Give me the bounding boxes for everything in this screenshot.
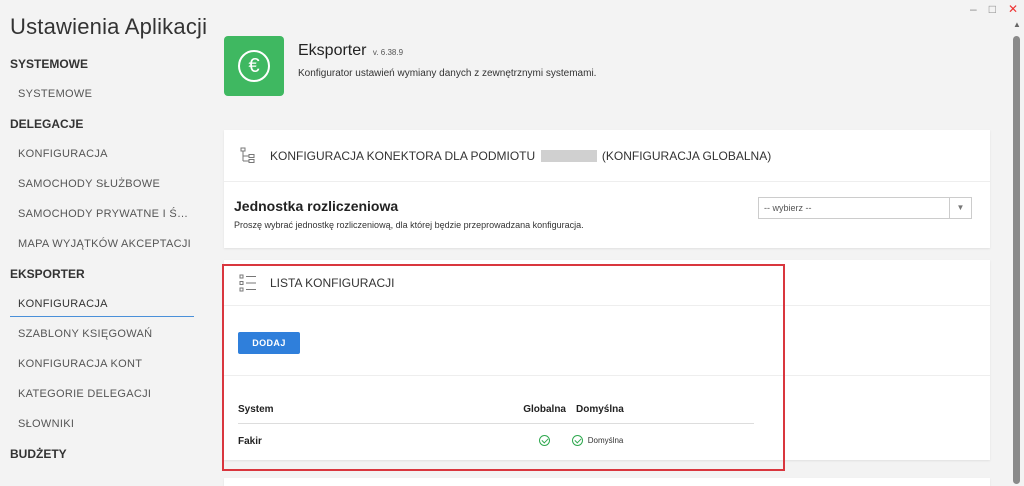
minimize-button[interactable]: – bbox=[970, 2, 977, 16]
sidebar-item-samochody-prywatne[interactable]: SAMOCHODY PRYWATNE I ŚROD... bbox=[10, 206, 196, 236]
next-card bbox=[224, 478, 990, 486]
connector-title-suffix: (KONFIGURACJA GLOBALNA) bbox=[601, 148, 772, 163]
row-system-name[interactable]: Fakir bbox=[238, 436, 512, 447]
sidebar-item-delegacje-konfiguracja[interactable]: KONFIGURACJA bbox=[10, 146, 196, 176]
close-button[interactable]: ✕ bbox=[1008, 2, 1018, 16]
sidebar-item-samochody-sluzbowe[interactable]: SAMOCHODY SŁUŻBOWE bbox=[10, 176, 196, 206]
default-label: Domyślna bbox=[587, 436, 624, 446]
maximize-button[interactable]: □ bbox=[989, 2, 996, 16]
column-header-default: Domyślna bbox=[576, 404, 624, 415]
euro-icon: € bbox=[238, 50, 270, 82]
euro-app-icon: € bbox=[224, 36, 284, 96]
config-list-title: LISTA KONFIGURACJI bbox=[270, 275, 395, 290]
config-list-card: LISTA KONFIGURACJI DODAJ System Globalna… bbox=[224, 260, 990, 460]
section-header-eksporter[interactable]: EKSPORTER bbox=[10, 266, 200, 296]
app-description: Konfigurator ustawień wymiany danych z z… bbox=[298, 68, 597, 79]
checklist-icon bbox=[239, 274, 256, 291]
section-header-budzety[interactable]: BUDŻETY bbox=[10, 446, 200, 476]
table-header: System Globalna Domyślna bbox=[238, 404, 754, 424]
sidebar-item-slowniki[interactable]: SŁOWNIKI bbox=[10, 416, 196, 446]
redacted-entity-name bbox=[540, 150, 597, 163]
section-header-systemowe[interactable]: SYSTEMOWE bbox=[10, 56, 200, 86]
global-check-icon bbox=[539, 435, 550, 447]
vertical-scrollbar[interactable]: ▲ bbox=[1010, 18, 1024, 486]
chevron-down-icon[interactable]: ▼ bbox=[949, 198, 971, 218]
app-name: Eksporter bbox=[298, 42, 367, 59]
sidebar-item-konfiguracja-kont[interactable]: KONFIGURACJA KONT bbox=[10, 356, 196, 386]
connector-card-title: KONFIGURACJA KONEKTORA DLA PODMIOTU (KON… bbox=[270, 149, 771, 163]
sidebar-item-eksporter-konfiguracja[interactable]: KONFIGURACJA bbox=[10, 296, 194, 317]
connector-title-prefix: KONFIGURACJA KONEKTORA DLA PODMIOTU bbox=[270, 148, 536, 163]
table-row[interactable]: Fakir Domyślna bbox=[238, 424, 754, 458]
add-config-button[interactable]: DODAJ bbox=[238, 332, 300, 354]
sidebar-item-kategorie-delegacji[interactable]: KATEGORIE DELEGACJI bbox=[10, 386, 196, 416]
settlement-unit-select[interactable]: -- wybierz -- ▼ bbox=[758, 197, 972, 219]
sidebar: Ustawienia Aplikacji SYSTEMOWE SYSTEMOWE… bbox=[0, 0, 208, 486]
connector-config-card: KONFIGURACJA KONEKTORA DLA PODMIOTU (KON… bbox=[224, 130, 990, 248]
scroll-up-icon[interactable]: ▲ bbox=[1010, 20, 1024, 29]
default-check-icon bbox=[572, 435, 583, 447]
column-header-system: System bbox=[238, 404, 274, 415]
tree-structure-icon bbox=[240, 147, 255, 163]
sidebar-item-systemowe[interactable]: SYSTEMOWE bbox=[10, 86, 196, 116]
sidebar-item-mapa-wyjatkow[interactable]: MAPA WYJĄTKÓW AKCEPTACJI bbox=[10, 236, 196, 266]
column-header-global: Globalna bbox=[523, 404, 566, 415]
settlement-unit-help: Proszę wybrać jednostkę rozliczeniową, d… bbox=[234, 220, 584, 230]
config-table: System Globalna Domyślna Fakir Domyślna bbox=[238, 404, 754, 458]
app-settings-title: Ustawienia Aplikacji bbox=[10, 14, 208, 39]
window-controls: – □ ✕ bbox=[970, 2, 1018, 16]
scrollbar-thumb[interactable] bbox=[1013, 36, 1020, 484]
section-header-delegacje[interactable]: DELEGACJE bbox=[10, 116, 200, 146]
app-header: € Eksporter v. 6.38.9 Konfigurator ustaw… bbox=[224, 36, 596, 96]
settlement-unit-select-value: -- wybierz -- bbox=[764, 203, 812, 213]
sidebar-item-szablony-ksiegowan[interactable]: SZABLONY KSIĘGOWAŃ bbox=[10, 326, 196, 356]
app-version: v. 6.38.9 bbox=[372, 48, 404, 57]
